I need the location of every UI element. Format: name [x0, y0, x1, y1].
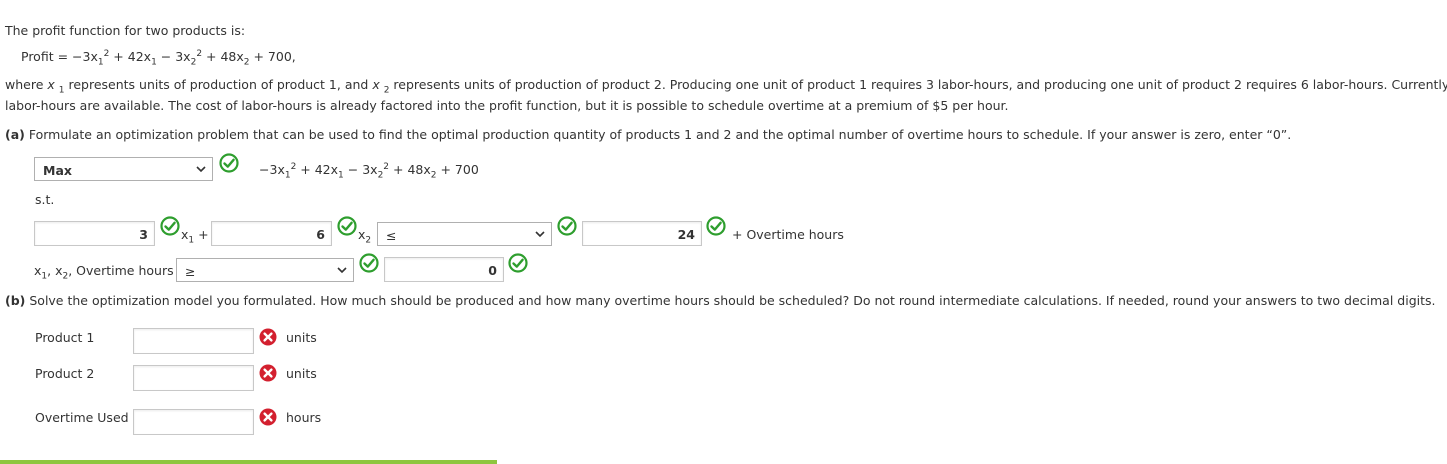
chevron-down-icon: [196, 166, 206, 173]
product1-unit: units: [286, 330, 317, 345]
check-circle-icon: [706, 216, 726, 236]
part-b-question: (b) Solve the optimization model you for…: [5, 293, 1436, 308]
x2-term: x2: [358, 227, 372, 246]
check-circle-icon: [359, 253, 379, 273]
product2-unit: units: [286, 366, 317, 381]
coef-x2-input[interactable]: 6: [211, 221, 332, 246]
labor-description: labor-hours are available. The cost of l…: [5, 98, 1009, 113]
overtime-used-unit: hours: [286, 410, 322, 425]
coef-x1-input[interactable]: 3: [34, 221, 155, 246]
check-circle-icon: [160, 216, 180, 236]
product1-label: Product 1: [35, 330, 95, 345]
objective-select[interactable]: Max: [34, 157, 213, 181]
overtime-used-label: Overtime Used: [35, 410, 129, 425]
product1-input[interactable]: [133, 328, 254, 354]
product2-input[interactable]: [133, 365, 254, 391]
constraint-sign-select[interactable]: ≤: [377, 222, 552, 246]
x-circle-icon: [259, 328, 277, 346]
check-circle-icon: [219, 153, 239, 173]
nonneg-rhs-input[interactable]: 0: [384, 257, 504, 282]
variable-description: where x 1 represents units of production…: [5, 77, 1447, 96]
subject-to-label: s.t.: [35, 192, 55, 207]
check-circle-icon: [508, 253, 528, 273]
progress-bar: [0, 460, 497, 464]
nonneg-sign-select[interactable]: ≥: [176, 258, 354, 282]
x1-term: x1 +: [181, 227, 209, 246]
overtime-used-input[interactable]: [133, 409, 254, 435]
rhs-input[interactable]: 24: [582, 221, 702, 246]
product2-label: Product 2: [35, 366, 95, 381]
nonneg-variables: x1, x2, Overtime hours: [34, 263, 174, 282]
intro-line: The profit function for two products is:: [5, 23, 246, 38]
overtime-term: + Overtime hours: [732, 227, 844, 242]
x-circle-icon: [259, 364, 277, 382]
profit-function: Profit = −3x12 + 42x1 − 3x22 + 48x2 + 70…: [21, 48, 296, 68]
objective-function: −3x12 + 42x1 − 3x22 + 48x2 + 700: [259, 161, 479, 181]
check-circle-icon: [337, 216, 357, 236]
part-a-question: (a) Formulate an optimization problem th…: [5, 127, 1292, 142]
chevron-down-icon: [535, 231, 545, 238]
check-circle-icon: [557, 216, 577, 236]
x-circle-icon: [259, 408, 277, 426]
chevron-down-icon: [337, 267, 347, 274]
